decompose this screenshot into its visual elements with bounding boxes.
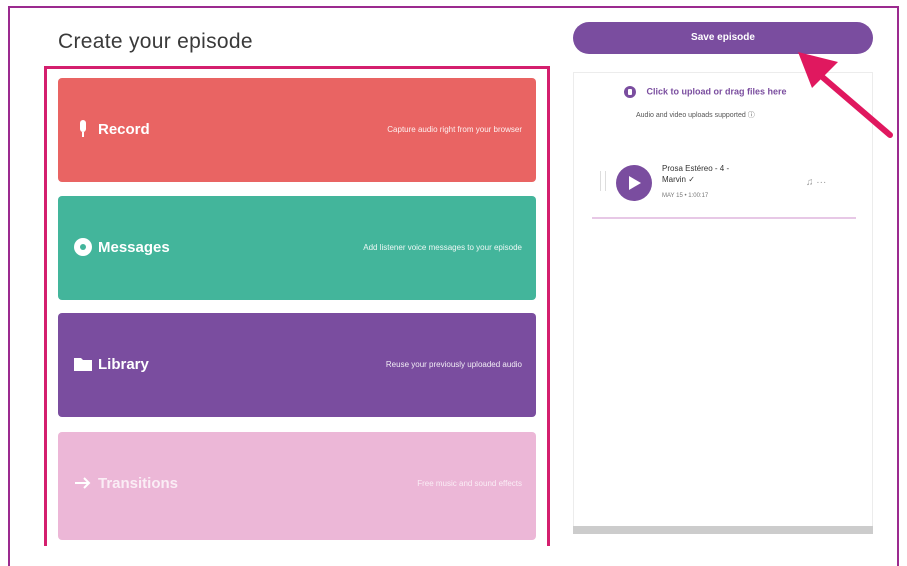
transitions-description: Free music and sound effects (417, 479, 522, 488)
episode-title: Prosa Estéreo - 4 - Marvin ✓ (662, 163, 772, 185)
upload-subtext: Audio and video uploads supported ⓘ (636, 112, 755, 119)
upload-dropzone[interactable]: Click to upload or drag files here (624, 86, 787, 98)
messages-label: Messages (98, 239, 170, 256)
transitions-card[interactable]: Transitions Free music and sound effects (58, 432, 536, 540)
library-description: Reuse your previously uploaded audio (385, 360, 522, 369)
microphone-icon (72, 118, 94, 140)
page-title: Create your episode (58, 30, 253, 53)
record-card[interactable]: Record Capture audio right from your bro… (58, 78, 536, 182)
record-description: Capture audio right from your browser (387, 125, 522, 134)
message-bubble-icon (72, 236, 94, 258)
episode-title-line-2: Marvin ✓ (662, 175, 695, 184)
messages-description: Add listener voice messages to your epis… (363, 243, 522, 252)
episode-panel: Click to upload or drag files here Audio… (573, 72, 873, 534)
transitions-label: Transitions (98, 475, 179, 492)
drag-handle-icon[interactable] (600, 171, 606, 191)
upload-label: Click to upload or drag files here (646, 86, 787, 97)
folder-icon (72, 353, 94, 375)
episode-segment[interactable]: Prosa Estéreo - 4 - Marvin ✓ MAY 15 • 1:… (592, 155, 856, 219)
library-card[interactable]: Library Reuse your previously uploaded a… (58, 313, 536, 417)
library-label: Library (98, 356, 149, 373)
episode-title-line-1: Prosa Estéreo - 4 - (662, 164, 730, 173)
play-button[interactable] (616, 165, 652, 201)
upload-icon (624, 86, 636, 98)
horizontal-scrollbar[interactable] (573, 526, 873, 534)
play-icon (629, 176, 641, 190)
annotation-arrow-icon (798, 52, 893, 138)
arrow-right-icon (72, 472, 94, 494)
episode-meta: MAY 15 • 1:00:17 (662, 193, 709, 199)
episode-tools[interactable]: ♫ ··· (806, 177, 826, 188)
messages-card[interactable]: Messages Add listener voice messages to … (58, 196, 536, 300)
record-label: Record (98, 121, 150, 138)
